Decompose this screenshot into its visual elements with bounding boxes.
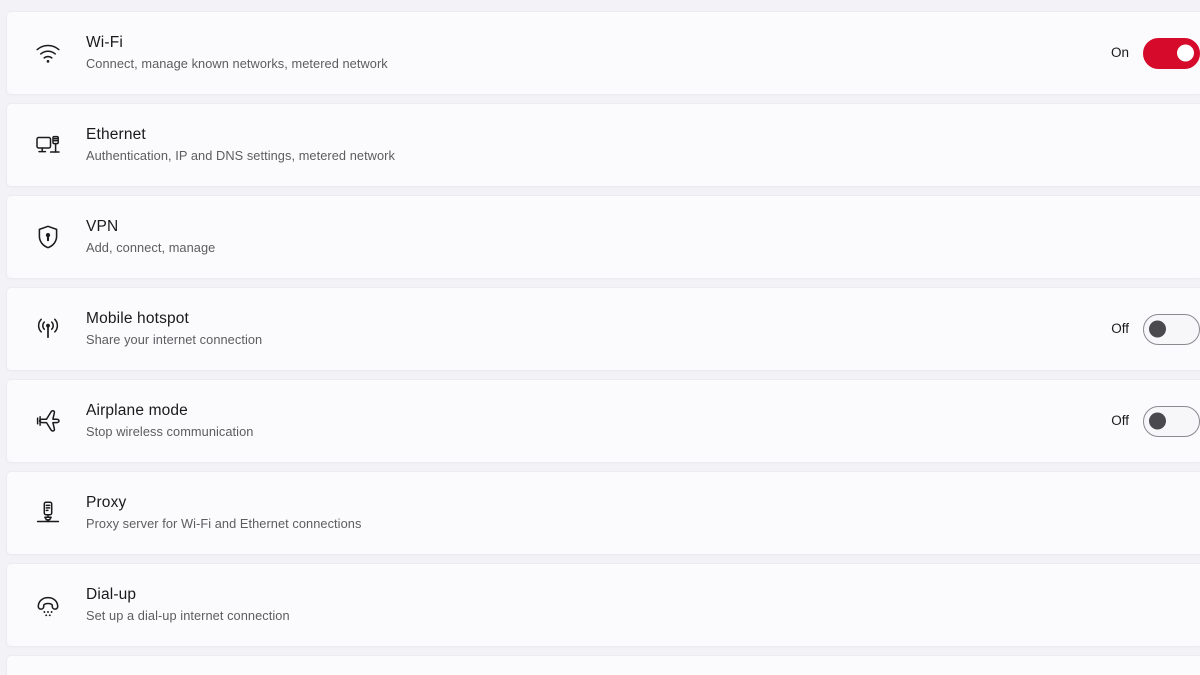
- toggle-knob: [1149, 412, 1166, 430]
- setting-card-airplane-mode[interactable]: Airplane mode Stop wireless communication…: [6, 379, 1200, 463]
- settings-card-list: Wi-Fi Connect, manage known networks, met…: [0, 11, 1200, 675]
- setting-card-dial-up[interactable]: Dial-up Set up a dial-up internet connect…: [6, 563, 1200, 647]
- setting-card-control: Off: [1111, 405, 1200, 437]
- setting-card-subtitle: Authentication, IP and DNS settings, met…: [86, 148, 395, 163]
- setting-card-text: Airplane mode Stop wireless communication: [86, 401, 1111, 441]
- setting-card-text: Dial-up Set up a dial-up internet connect…: [86, 585, 1172, 625]
- toggle-knob: [1177, 44, 1194, 62]
- setting-card-control: On: [1110, 37, 1200, 69]
- shield-lock-icon: [25, 214, 71, 260]
- setting-card-subtitle: Add, connect, manage: [86, 240, 216, 255]
- setting-card-text: VPN Add, connect, manage: [86, 217, 1172, 257]
- setting-card-ethernet[interactable]: Ethernet Authentication, IP and DNS setti…: [6, 103, 1200, 187]
- setting-card-title: Dial-up: [86, 586, 137, 603]
- ethernet-icon: [25, 122, 71, 168]
- setting-card-subtitle: Stop wireless communication: [86, 424, 254, 439]
- setting-card-title: Airplane mode: [86, 402, 188, 419]
- airplane-icon: [25, 398, 71, 444]
- wifi-icon: [25, 30, 71, 76]
- setting-card-subtitle: Connect, manage known networks, metered …: [86, 56, 388, 71]
- toggle-state-label: On: [1110, 45, 1129, 60]
- setting-card-text: Proxy Proxy server for Wi-Fi and Ethernet…: [86, 493, 1172, 533]
- setting-card-control: Off: [1111, 313, 1200, 345]
- setting-card-partial-next[interactable]: [6, 655, 1200, 675]
- setting-card-text: Ethernet Authentication, IP and DNS setti…: [86, 125, 1172, 165]
- setting-card-title: Wi-Fi: [86, 34, 123, 51]
- setting-card-subtitle: Share your internet connection: [86, 332, 263, 347]
- setting-card-title: Mobile hotspot: [86, 310, 189, 327]
- setting-card-title: Proxy: [86, 494, 127, 511]
- setting-card-text: Mobile hotspot Share your internet connec…: [86, 309, 1111, 349]
- setting-card-wi-fi[interactable]: Wi-Fi Connect, manage known networks, met…: [6, 11, 1200, 95]
- toggle-state-label: Off: [1111, 321, 1129, 336]
- toggle-state-label: Off: [1111, 413, 1129, 428]
- proxy-server-icon: [25, 490, 71, 536]
- setting-card-title: Ethernet: [86, 126, 146, 143]
- hotspot-icon: [25, 306, 71, 352]
- setting-card-text: Wi-Fi Connect, manage known networks, met…: [86, 33, 1111, 73]
- setting-card-vpn[interactable]: VPN Add, connect, manage: [6, 195, 1200, 279]
- toggle-switch[interactable]: [1143, 313, 1200, 345]
- toggle-switch[interactable]: [1143, 37, 1200, 69]
- network-settings-page: Wi-Fi Connect, manage known networks, met…: [0, 0, 1200, 675]
- toggle-switch[interactable]: [1143, 405, 1200, 437]
- setting-card-proxy[interactable]: Proxy Proxy server for Wi-Fi and Ethernet…: [6, 471, 1200, 555]
- setting-card-title: VPN: [86, 218, 119, 235]
- setting-card-subtitle: Proxy server for Wi-Fi and Ethernet conn…: [86, 516, 362, 531]
- setting-card-mobile-hotspot[interactable]: Mobile hotspot Share your internet connec…: [6, 287, 1200, 371]
- dialup-phone-icon: [25, 582, 71, 628]
- toggle-knob: [1149, 320, 1166, 338]
- setting-card-subtitle: Set up a dial-up internet connection: [86, 608, 290, 623]
